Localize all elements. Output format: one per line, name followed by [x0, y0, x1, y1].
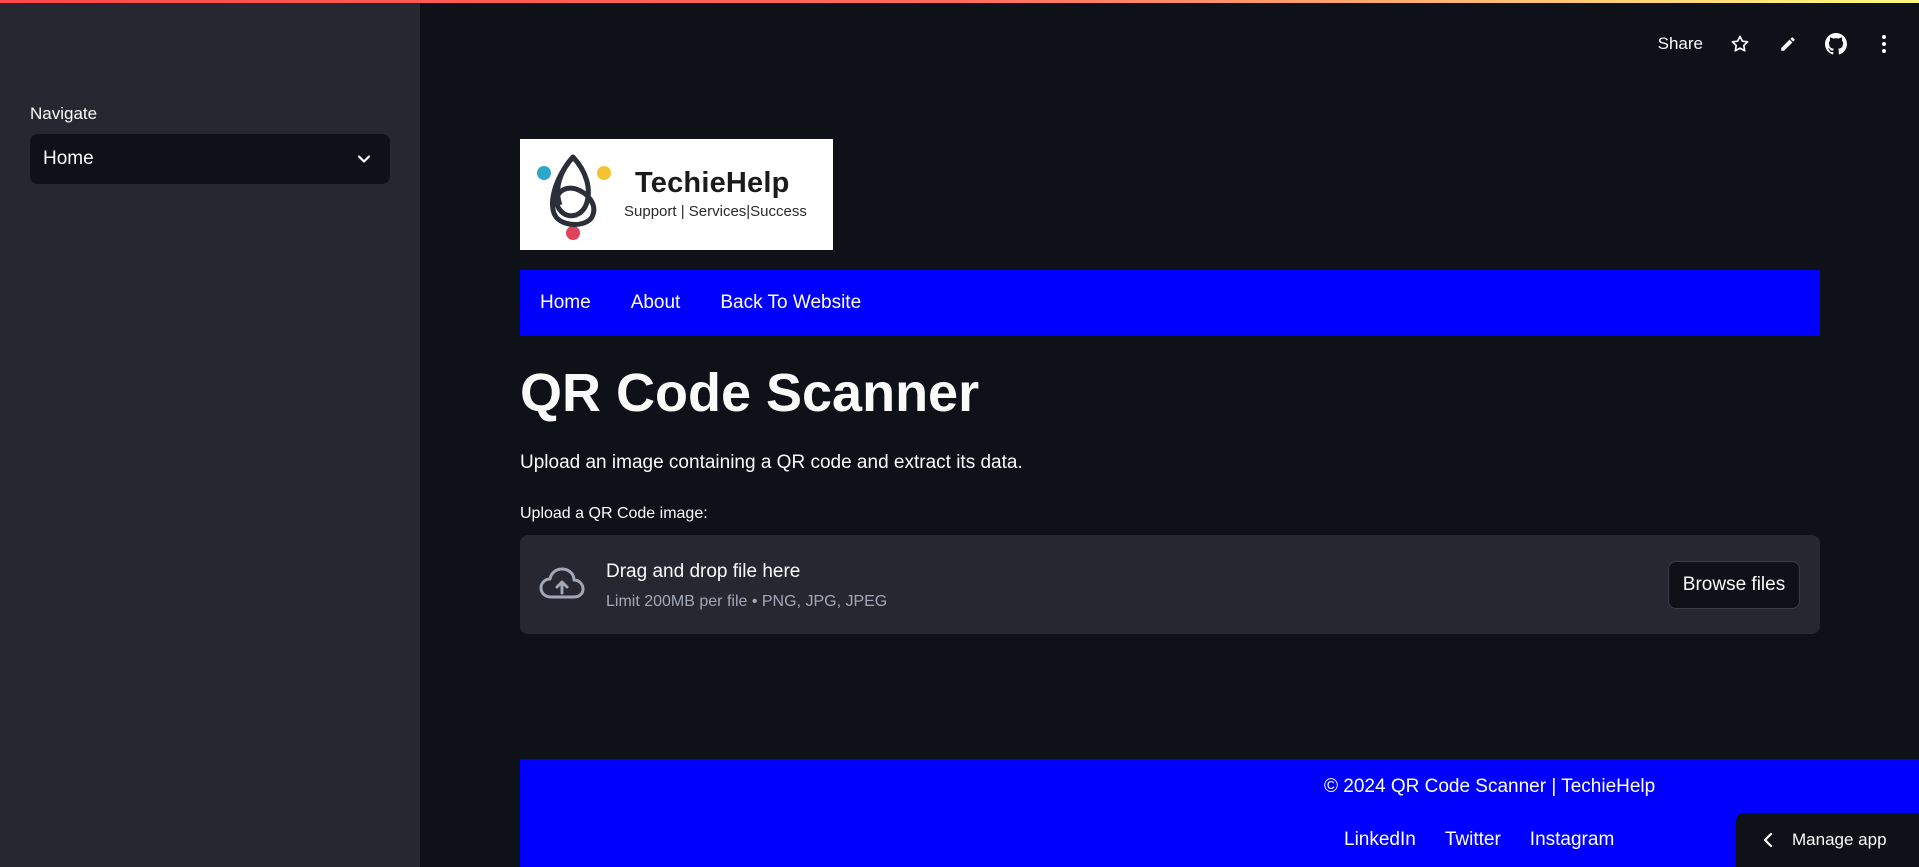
chevron-left-icon — [1763, 832, 1773, 848]
logo-emblem-icon — [537, 154, 611, 240]
navigate-select[interactable]: Home — [30, 134, 390, 184]
navigate-select-value: Home — [43, 148, 94, 169]
file-dropzone[interactable]: Drag and drop file here Limit 200MB per … — [520, 535, 1820, 634]
footer-link-instagram[interactable]: Instagram — [1530, 829, 1614, 851]
github-icon[interactable] — [1825, 33, 1847, 55]
cloud-upload-icon — [539, 567, 585, 599]
logo-title: TechieHelp — [635, 167, 790, 199]
page-description: Upload an image containing a QR code and… — [520, 452, 1023, 473]
footer-copyright: © 2024 QR Code Scanner | TechieHelp — [1324, 776, 1656, 797]
nav-link-home[interactable]: Home — [540, 292, 591, 314]
manage-app-label: Manage app — [1792, 830, 1887, 849]
sidebar: Navigate Home — [0, 0, 420, 867]
nav-link-back-to-website[interactable]: Back To Website — [720, 292, 861, 314]
header-toolbar: Share — [1658, 30, 1895, 58]
top-decoration-bar — [0, 0, 1919, 3]
nav-link-about[interactable]: About — [631, 292, 681, 314]
share-button[interactable]: Share — [1658, 34, 1703, 54]
dropzone-limit-text: Limit 200MB per file • PNG, JPG, JPEG — [606, 593, 888, 610]
logo-tagline: Support | Services|Success — [624, 203, 807, 220]
footer-link-twitter[interactable]: Twitter — [1445, 829, 1501, 851]
navigate-label: Navigate — [30, 104, 98, 123]
techiehelp-logo: TechieHelp Support | Services|Success — [520, 139, 833, 250]
top-nav-bar: Home About Back To Website — [520, 270, 1820, 336]
star-icon[interactable] — [1729, 33, 1751, 55]
browse-files-button[interactable]: Browse files — [1668, 561, 1800, 609]
footer-link-linkedin[interactable]: LinkedIn — [1344, 829, 1416, 851]
chevron-down-icon — [357, 155, 371, 163]
dropzone-title: Drag and drop file here — [606, 561, 801, 582]
page-title: QR Code Scanner — [520, 363, 980, 423]
more-vertical-icon[interactable] — [1873, 33, 1895, 55]
footer: © 2024 QR Code Scanner | TechieHelp Link… — [520, 759, 1919, 867]
upload-label: Upload a QR Code image: — [520, 505, 708, 522]
footer-links: LinkedIn Twitter Instagram — [1344, 829, 1614, 851]
pencil-icon[interactable] — [1777, 33, 1799, 55]
manage-app-button[interactable]: Manage app — [1736, 813, 1919, 867]
